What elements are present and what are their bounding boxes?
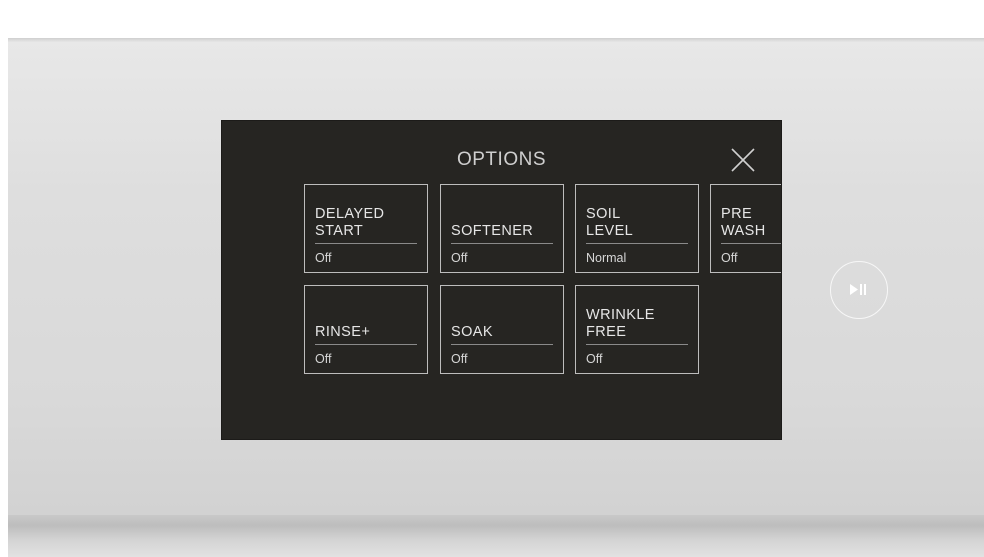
panel-bottom-edge (8, 515, 984, 557)
option-value: Off (721, 251, 738, 265)
option-value: Normal (586, 251, 627, 265)
option-value: Off (315, 352, 332, 366)
option-label: RINSE+ (315, 324, 371, 340)
option-value: Off (451, 352, 468, 366)
play-pause-icon (850, 284, 866, 295)
option-divider (586, 243, 688, 244)
option-label: SOFTENER (451, 223, 534, 239)
option-wrinkle-free[interactable]: WRINKLE FREE Off (575, 285, 699, 374)
panel-top-edge (8, 38, 984, 42)
appliance-control-view: OPTIONS DELAYED START Off SOFTENER Off S… (0, 0, 984, 557)
option-value: Off (451, 251, 468, 265)
option-divider (315, 344, 417, 345)
option-label: DELAYED START (315, 206, 385, 239)
play-pause-button[interactable] (830, 261, 888, 319)
option-label: PRE WASH (721, 206, 766, 239)
option-pre-wash[interactable]: PRE WASH Off (710, 184, 781, 273)
option-divider (586, 344, 688, 345)
option-rinse-plus[interactable]: RINSE+ Off (304, 285, 428, 374)
option-delayed-start[interactable]: DELAYED START Off (304, 184, 428, 273)
option-soil-level[interactable]: SOIL LEVEL Normal (575, 184, 699, 273)
option-value: Off (315, 251, 332, 265)
option-softener[interactable]: SOFTENER Off (440, 184, 564, 273)
screen-title: OPTIONS (456, 149, 546, 170)
option-label: SOAK (451, 324, 493, 340)
close-icon (731, 148, 755, 172)
option-label: SOIL LEVEL (586, 206, 634, 239)
option-divider (721, 243, 781, 244)
option-soak[interactable]: SOAK Off (440, 285, 564, 374)
options-screen: OPTIONS DELAYED START Off SOFTENER Off S… (222, 121, 781, 439)
option-value: Off (586, 352, 603, 366)
option-label: WRINKLE FREE (586, 307, 655, 340)
close-button[interactable] (728, 145, 758, 175)
option-divider (451, 243, 553, 244)
option-divider (315, 243, 417, 244)
option-divider (451, 344, 553, 345)
